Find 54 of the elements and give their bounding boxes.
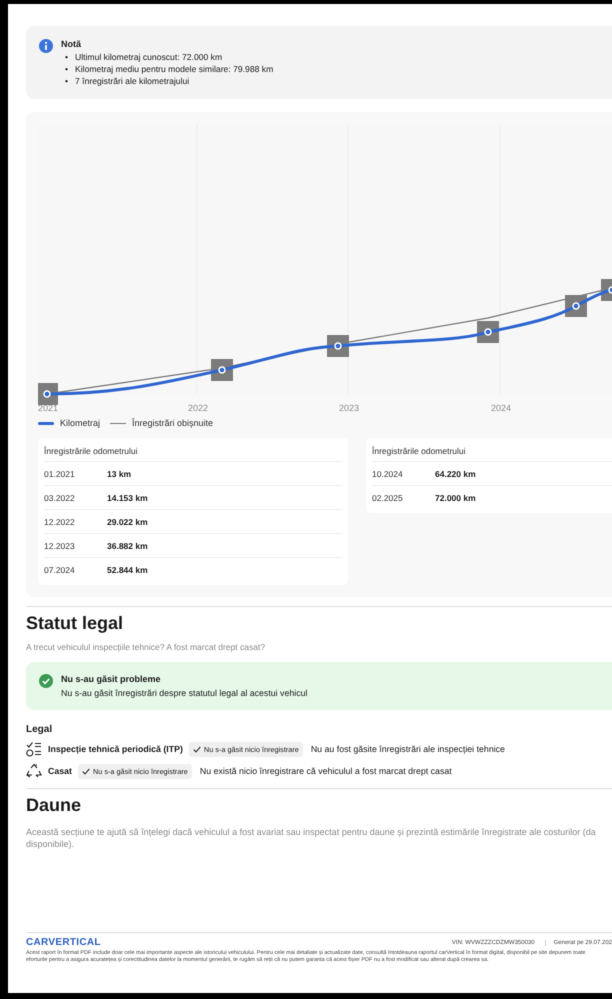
date-cell-text: 12.2022 bbox=[44, 516, 76, 526]
check-icon bbox=[192, 746, 201, 752]
brand-logo: CARVERTICAL bbox=[26, 937, 101, 948]
table-title: Înregistrările odometrului bbox=[44, 442, 342, 462]
section-heading: Statut legal bbox=[26, 613, 124, 634]
recycle-icon bbox=[26, 763, 42, 779]
year-label: 2023 bbox=[338, 403, 360, 413]
legal-item-title: Inspecție tehnică periodică (ITP) bbox=[48, 744, 183, 754]
data-point bbox=[484, 328, 492, 336]
year-label: 2024 bbox=[490, 403, 512, 413]
table-title: Înregistrările odometrului bbox=[372, 442, 612, 462]
date-cell-text: 02.2025 bbox=[372, 492, 404, 502]
data-point bbox=[43, 390, 51, 398]
date-cell-text: 10.2024 bbox=[372, 468, 404, 478]
mileage-cell: 14.153 km bbox=[107, 492, 148, 502]
mileage-cell: 36.882 km bbox=[107, 540, 148, 550]
note-item: 7 înregistrări ale kilometrajului bbox=[75, 75, 190, 87]
legal-item-description: Nu există nicio înregistrare că vehiculul a fost marcat drept casat bbox=[200, 766, 452, 776]
data-point bbox=[218, 366, 226, 374]
date-cell-text: 01.2021 bbox=[44, 468, 76, 478]
note-title: Notă bbox=[61, 39, 82, 49]
section-description: Această secțiune te ajută să înțelegi dacă vehiculul a fost avariat sau inspectat pentru daune și prezintă estimările înregistrate ale costurilor (da disponibile). bbox=[26, 826, 597, 850]
date-cell-text: 03.2022 bbox=[44, 492, 76, 502]
check-circle-icon bbox=[39, 674, 53, 688]
check-icon bbox=[82, 768, 90, 774]
mileage-legend-swatch bbox=[38, 422, 54, 424]
info-icon bbox=[39, 39, 53, 53]
data-point bbox=[608, 286, 612, 294]
alert-title: Nu s-au găsit probleme bbox=[61, 674, 162, 684]
bullet: • bbox=[65, 75, 68, 87]
group-title: Legal bbox=[26, 724, 54, 735]
bullet: • bbox=[65, 63, 68, 75]
mileage-cell: 72.000 km bbox=[435, 492, 476, 502]
date-cell-text: 12.2023 bbox=[44, 540, 76, 550]
year-label: 2022 bbox=[188, 403, 208, 413]
legend-label: Înregistrări obișnuite bbox=[132, 418, 214, 428]
legal-item-title: Casat bbox=[48, 766, 72, 776]
note-item: Ultimul kilometraj cunoscut: 72.000 km bbox=[75, 51, 222, 63]
section-heading: Daune bbox=[26, 795, 82, 816]
legal-item-description: Nu au fost găsite înregistrări ale inspecției tehnice bbox=[310, 744, 505, 754]
alert-text: Nu s-au găsit înregistrări despre statutul legal al acestui vehicul bbox=[61, 688, 308, 698]
data-point bbox=[572, 302, 580, 310]
year-label: 2021 bbox=[38, 403, 58, 413]
bullet: • bbox=[65, 51, 68, 63]
legend-label: Kilometraj bbox=[60, 418, 100, 428]
mileage-cell: 64.220 km bbox=[435, 468, 476, 478]
checklist-icon bbox=[26, 741, 42, 757]
date-cell-text: 07.2024 bbox=[44, 564, 76, 574]
mileage-cell: 52.844 km bbox=[107, 564, 148, 574]
note-item: Kilometraj mediu pentru modele similare: 79.988 km bbox=[75, 63, 274, 75]
section-subtitle: A trecut vehiculul inspecțiile tehnice? A fost marcat drept casat? bbox=[26, 642, 266, 652]
data-point bbox=[334, 342, 342, 350]
mileage-cell: 29.022 km bbox=[107, 516, 148, 526]
mileage-cell: 13 km bbox=[107, 468, 132, 478]
